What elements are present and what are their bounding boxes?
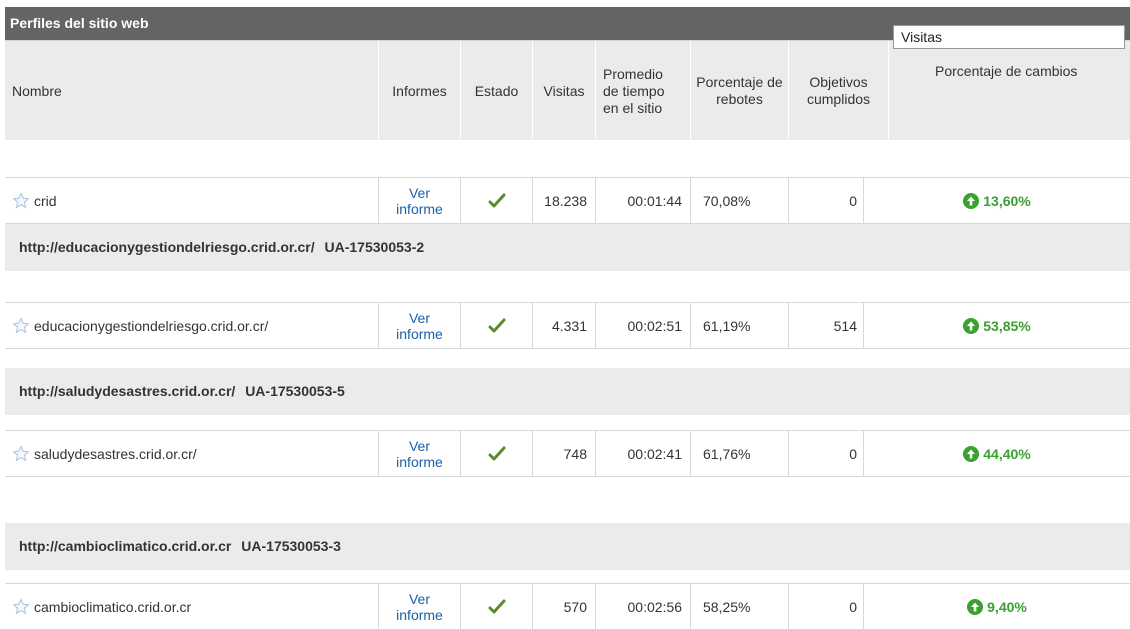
group-tracking-id: UA-17530053-2 [324,239,425,255]
profile-group-header: http://educacionygestiondelriesgo.crid.o… [5,224,1130,271]
table-row: cambioclimatico.crid.or.cr Ver informe 57… [5,583,1130,629]
column-header-cambios: Porcentaje de cambios [935,63,1078,79]
column-header-visitas[interactable]: Visitas [532,41,595,141]
arrow-up-circle-icon [963,192,980,209]
profile-name[interactable]: cambioclimatico.crid.or.cr [34,599,191,615]
checkmark-icon [488,318,505,332]
table-row: educacionygestiondelriesgo.crid.or.cr/ V… [5,302,1130,349]
column-header-objetivos[interactable]: Objetivos cumplidos [788,41,888,141]
objetivos-value: 514 [788,303,863,348]
visitas-value: 748 [532,431,595,476]
star-icon[interactable] [12,316,30,335]
table-row: saludydesastres.crid.or.cr/ Ver informe 7… [5,430,1130,477]
checkmark-icon [488,193,505,207]
visitas-value: 570 [532,584,595,629]
profile-name[interactable]: crid [34,193,57,209]
cambio-value: 53,85% [963,317,1031,334]
group-url: http://saludydesastres.crid.or.cr/ [19,383,236,399]
tiempo-value: 00:02:51 [595,303,690,348]
visitas-value: 18.238 [532,178,595,223]
star-icon[interactable] [12,597,30,616]
tiempo-value: 00:01:44 [595,178,690,223]
profile-name[interactable]: educacionygestiondelriesgo.crid.or.cr/ [34,318,268,334]
column-header-nombre[interactable]: Nombre [5,41,378,141]
metric-select[interactable]: Visitas [893,25,1125,49]
checkmark-icon [488,599,505,613]
profile-name[interactable]: saludydesastres.crid.or.cr/ [34,446,197,462]
group-url: http://educacionygestiondelriesgo.crid.o… [19,239,315,255]
ver-informe-link[interactable]: Ver informe [396,438,443,470]
visitas-value: 4.331 [532,303,595,348]
rebotes-value: 61,19% [690,303,788,348]
ver-informe-link[interactable]: Ver informe [396,591,443,623]
table-header: Nombre Informes Estado Visitas Promedio … [5,40,1130,141]
cambio-value: 13,60% [963,192,1031,209]
ver-informe-link[interactable]: Ver informe [396,310,443,342]
star-icon[interactable] [12,444,30,463]
column-header-cambios-cell [888,41,1130,141]
group-url: http://cambioclimatico.crid.or.cr [19,538,232,554]
rebotes-value: 70,08% [690,178,788,223]
objetivos-value: 0 [788,431,863,476]
cambio-value: 44,40% [963,445,1031,462]
arrow-up-circle-icon [963,445,980,462]
rebotes-value: 58,25% [690,584,788,629]
column-header-estado[interactable]: Estado [460,41,532,141]
objetivos-value: 0 [788,584,863,629]
rebotes-value: 61,76% [690,431,788,476]
ver-informe-link[interactable]: Ver informe [396,185,443,217]
column-header-promedio[interactable]: Promedio de tiempo en el sitio [595,41,690,141]
objetivos-value: 0 [788,178,863,223]
profile-group-header: http://saludydesastres.crid.or.cr/ UA-17… [5,368,1130,415]
tiempo-value: 00:02:56 [595,584,690,629]
column-header-informes: Informes [378,41,460,141]
column-header-rebotes[interactable]: Porcentaje de rebotes [690,41,788,141]
group-tracking-id: UA-17530053-5 [245,383,345,399]
tiempo-value: 00:02:41 [595,431,690,476]
cambio-value: 9,40% [967,598,1027,615]
star-icon[interactable] [12,191,30,210]
arrow-up-circle-icon [963,317,980,334]
checkmark-icon [488,446,505,460]
profile-group-header: http://cambioclimatico.crid.or.cr UA-175… [5,523,1130,570]
arrow-up-circle-icon [967,598,984,615]
table-row: crid Ver informe 18.238 00:01:44 70,08% 0… [5,177,1130,224]
group-tracking-id: UA-17530053-3 [241,538,341,554]
